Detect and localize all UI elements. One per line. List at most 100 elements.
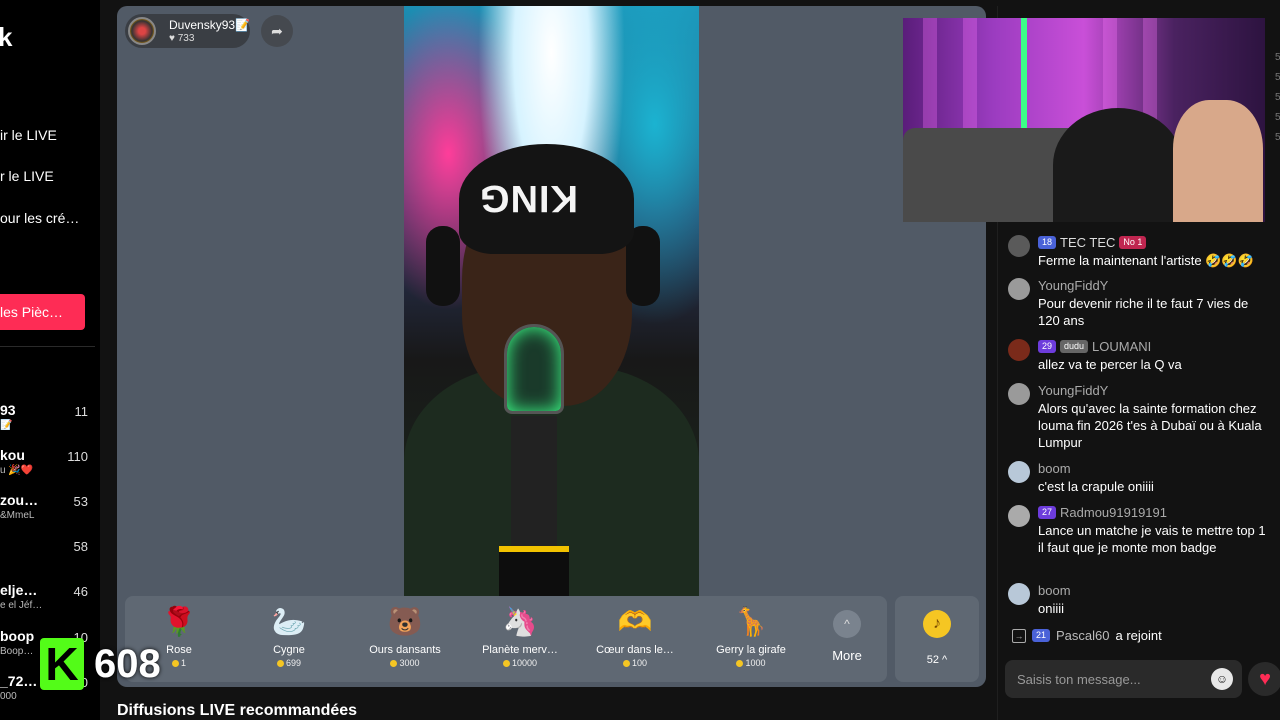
- avatar[interactable]: [1008, 383, 1030, 405]
- pip-person: [1173, 100, 1263, 222]
- viewer-name: kou: [0, 447, 25, 463]
- message-header: 29 dudu LOUMANI: [1038, 339, 1151, 354]
- sidebar-link-1[interactable]: ir le LIVE: [0, 127, 57, 143]
- edge-number: 5: [1275, 92, 1280, 103]
- share-icon[interactable]: ➦: [261, 15, 293, 47]
- host-name: Duvensky93📝: [169, 18, 250, 32]
- headphone-left: [426, 226, 460, 306]
- username[interactable]: TEC TEC: [1060, 235, 1115, 250]
- username[interactable]: boom: [1038, 583, 1071, 598]
- gift-bears-icon: 🐻: [387, 606, 423, 637]
- viewer-sub: u 🎉❤️: [0, 465, 34, 476]
- message-text: allez va te percer la Q va: [1038, 357, 1182, 372]
- gift-item[interactable]: 🦄 Planète merv… 10000: [466, 604, 574, 676]
- host-info[interactable]: Duvensky93📝 ♥ 733: [125, 14, 250, 48]
- gift-item[interactable]: 🐻 Ours dansants 3000: [351, 604, 459, 676]
- viewer-sub: 📝: [0, 420, 13, 431]
- join-username[interactable]: Pascal60: [1056, 628, 1109, 643]
- edge-number: 5: [1275, 132, 1280, 143]
- coin-icon: [502, 660, 510, 668]
- gift-item[interactable]: 🫶 Cœur dans le… 100: [581, 604, 689, 676]
- avatar[interactable]: [1008, 235, 1030, 257]
- avatar[interactable]: [1008, 505, 1030, 527]
- video-mic-base: [499, 546, 569, 596]
- viewer-name: elje…: [0, 582, 38, 598]
- pip-person: [1053, 108, 1183, 222]
- message-text: Pour devenir riche il te faut 7 vies de …: [1038, 296, 1249, 328]
- level-badge: 27: [1038, 506, 1057, 519]
- viewer-name: 93: [0, 402, 16, 418]
- gift-name: Gerry la girafe: [716, 644, 786, 656]
- level-badge: 21: [1032, 629, 1051, 642]
- get-coins-button[interactable]: les Pièc…: [0, 294, 85, 330]
- coin-count: 52 ^: [926, 654, 948, 666]
- gift-item[interactable]: 🦢 Cygne 699: [235, 604, 343, 676]
- message-text: oniiii: [1038, 601, 1065, 616]
- sidebar-link-2[interactable]: r le LIVE: [0, 168, 54, 184]
- coin-icon: [622, 660, 630, 668]
- gift-item[interactable]: 🦒 Gerry la girafe 1000: [697, 604, 805, 676]
- heart-icon[interactable]: ♥: [1248, 662, 1280, 696]
- live-video[interactable]: KING: [404, 6, 699, 596]
- top-viewer-item[interactable]: elje… e el Jéf… 46: [0, 582, 100, 622]
- username[interactable]: YoungFiddY: [1038, 383, 1108, 398]
- message-text: Lance un matche je vais te mettre top 1 …: [1038, 523, 1266, 555]
- video-mic-stand: [511, 416, 557, 546]
- viewer-name: zou…: [0, 492, 39, 508]
- viewer-name: _72…: [0, 673, 38, 689]
- message-header: boom: [1038, 583, 1071, 598]
- username[interactable]: Radmou91919191: [1060, 505, 1167, 520]
- avatar[interactable]: [1008, 339, 1030, 361]
- join-notification: → 21 Pascal60 a rejoint: [1012, 628, 1162, 643]
- host-likes: ♥ 733: [169, 33, 195, 44]
- join-icon: →: [1012, 628, 1026, 643]
- live-stage: Duvensky93📝 ♥ 733 ➦ KING 🌹 Rose 1 🦢 Cygn…: [117, 6, 986, 687]
- viewer-count: 11: [74, 404, 89, 419]
- top-viewer-item[interactable]: 93 📝 11: [0, 402, 100, 442]
- message-header: 18 TEC TEC No 1: [1038, 235, 1147, 250]
- join-text: a rejoint: [1115, 628, 1162, 643]
- chevron-up-icon: ^: [833, 610, 861, 638]
- sidebar-link-3[interactable]: our les cré…: [0, 210, 79, 226]
- username[interactable]: LOUMANI: [1092, 339, 1151, 354]
- top-viewer-item[interactable]: zou… &MmeL 53: [0, 492, 100, 532]
- fan-club-badge: dudu: [1060, 340, 1089, 353]
- gift-price: 100: [581, 658, 689, 668]
- gift-price: 1000: [697, 658, 805, 668]
- gift-name: Ours dansants: [369, 644, 441, 656]
- username[interactable]: boom: [1038, 461, 1071, 476]
- recommended-heading: Diffusions LIVE recommandées: [117, 702, 358, 719]
- more-label: More: [832, 648, 862, 663]
- viewer-count: 110: [67, 449, 88, 464]
- gift-price: 3000: [351, 658, 459, 668]
- sidebar-divider: [0, 346, 95, 347]
- coin-balance-button[interactable]: ♪ 52 ^: [895, 596, 979, 682]
- message-header: 27 Radmou91919191: [1038, 505, 1167, 520]
- viewer-count: 58: [73, 539, 88, 554]
- gift-price: 10000: [466, 658, 574, 668]
- edge-number: 5: [1275, 72, 1280, 83]
- level-badge: 18: [1038, 236, 1057, 249]
- chat-message-input[interactable]: [1005, 660, 1242, 698]
- top-viewer-item[interactable]: kou u 🎉❤️ 110: [0, 447, 100, 487]
- avatar[interactable]: [1008, 278, 1030, 300]
- gift-swan-icon: 🦢: [271, 606, 307, 637]
- gift-name: Planète merv…: [482, 644, 558, 656]
- kick-logo-icon: K: [40, 638, 84, 690]
- picture-in-picture-video[interactable]: [903, 18, 1265, 222]
- app-logo[interactable]: k: [0, 22, 12, 53]
- gift-name: Cygne: [273, 644, 305, 656]
- username[interactable]: YoungFiddY: [1038, 278, 1108, 293]
- top-viewer-item[interactable]: 58: [0, 537, 100, 577]
- more-gifts-button[interactable]: ^ More: [815, 604, 879, 676]
- left-sidebar: k ir le LIVE r le LIVE our les cré… les …: [0, 0, 100, 720]
- kick-overlay: K 608: [40, 636, 161, 692]
- emoji-icon[interactable]: ☺: [1211, 668, 1233, 690]
- avatar[interactable]: [1008, 583, 1030, 605]
- gift-heart-hands-icon: 🫶: [617, 606, 653, 637]
- host-avatar[interactable]: [128, 17, 156, 45]
- tiktok-live-page: k ir le LIVE r le LIVE our les cré… les …: [0, 0, 1280, 720]
- viewer-sub: &MmeL: [0, 510, 35, 521]
- viewer-sub: e el Jéf…: [0, 600, 43, 611]
- avatar[interactable]: [1008, 461, 1030, 483]
